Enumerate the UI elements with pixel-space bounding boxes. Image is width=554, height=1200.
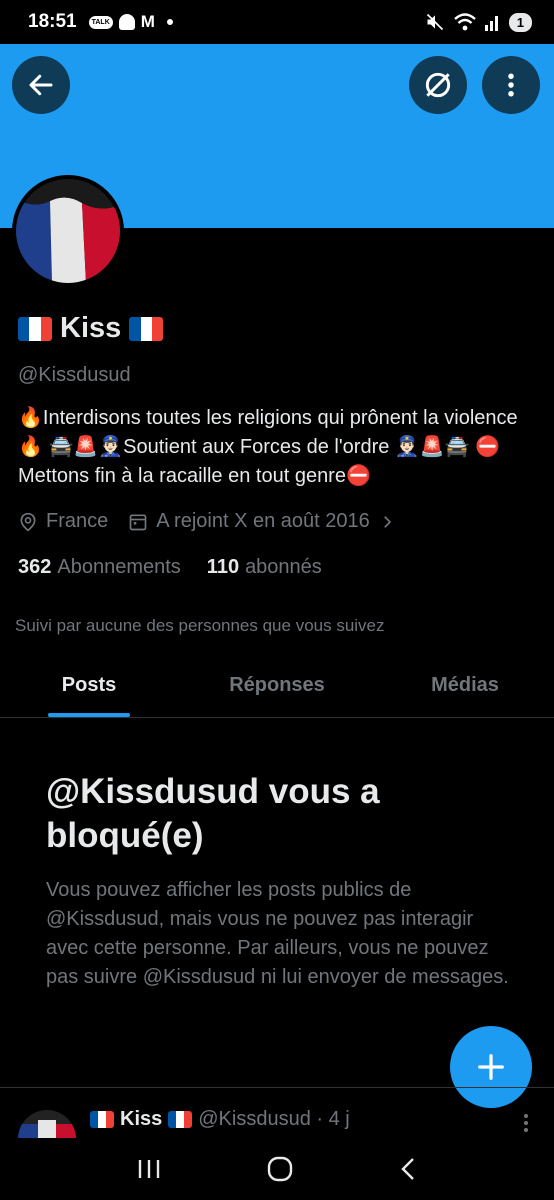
following-count: 362 [18, 556, 52, 578]
followers-label: abonnés [245, 556, 322, 578]
snapchat-icon [118, 14, 135, 30]
france-flag-icon [90, 1111, 114, 1128]
france-flag-icon [168, 1111, 193, 1128]
back-nav-icon[interactable] [398, 1156, 418, 1182]
chevron-right-icon [383, 515, 391, 528]
compose-button[interactable] [450, 1026, 532, 1108]
followed-by-text: Suivi par aucune des personnes que vous … [15, 616, 385, 635]
more-options-button[interactable] [482, 56, 540, 114]
post-preview[interactable]: Kiss @Kissdusud · 4 j [0, 1104, 554, 1138]
divider [0, 1087, 554, 1088]
notification-icons: TALK M [88, 12, 173, 32]
recent-apps-icon[interactable] [136, 1157, 162, 1181]
system-icons: 1 [425, 12, 532, 32]
blocked-description: Vous pouvez afficher les posts publics d… [46, 879, 509, 988]
following-link[interactable]: 362 Abonnements [18, 556, 181, 579]
post-more-button[interactable] [522, 1112, 530, 1138]
location-pin-icon [20, 512, 36, 531]
tab-posts[interactable]: Posts [0, 652, 178, 717]
profile-bio: 🔥Interdisons toutes les religions qui pr… [18, 407, 518, 487]
grok-button[interactable] [409, 56, 467, 114]
location-item: France [18, 510, 108, 533]
profile-tabs: Posts Réponses Médias [0, 652, 554, 718]
status-bar: 18:51 TALK M 1 [0, 0, 554, 44]
followers-link[interactable]: 110 abonnés [207, 556, 322, 579]
following-label: Abonnements [57, 556, 181, 578]
plus-icon [478, 1054, 504, 1080]
more-notifications-dot-icon [166, 19, 173, 25]
follow-counts: 362 Abonnements 110 abonnés [18, 556, 322, 579]
post-header: Kiss @Kissdusud · 4 j [90, 1108, 350, 1131]
france-flag-icon [18, 316, 52, 341]
grok-icon [425, 72, 451, 98]
joined-text: A rejoint X en août 2016 [156, 510, 370, 532]
post-author-name: Kiss [120, 1108, 163, 1130]
status-time: 18:51 [28, 11, 77, 32]
tab-media[interactable]: Médias [376, 652, 554, 717]
post-handle-time: @Kissdusud · 4 j [198, 1108, 350, 1130]
signal-icon [484, 16, 498, 31]
back-button[interactable] [12, 56, 70, 114]
battery-icon: 1 [508, 12, 532, 32]
location-text: France [46, 510, 109, 532]
profile-avatar[interactable] [12, 175, 124, 287]
profile-meta: France A rejoint X en août 2016 [18, 510, 416, 533]
profile-name-text: Kiss [60, 312, 122, 344]
home-icon[interactable] [266, 1155, 294, 1183]
system-navigation-bar [0, 1138, 554, 1200]
profile-handle: @Kissdusud [18, 364, 131, 386]
blocked-title: @Kissdusud vous a bloqué(e) [46, 772, 380, 855]
french-flag-avatar-image [18, 1110, 76, 1138]
profile-name: Kiss [18, 312, 164, 345]
calendar-icon [129, 514, 147, 530]
arrow-left-icon [29, 74, 53, 96]
french-flag-avatar-image [16, 179, 120, 283]
more-vertical-icon [508, 73, 514, 97]
screen: 18:51 TALK M 1 Kiss @Kissdusud 🔥Interdis… [0, 0, 554, 1200]
post-avatar[interactable] [18, 1110, 76, 1138]
wifi-icon [453, 13, 476, 31]
joined-item[interactable]: A rejoint X en août 2016 [128, 510, 396, 533]
mute-icon [426, 13, 443, 31]
more-vertical-icon [524, 1114, 528, 1132]
tab-replies[interactable]: Réponses [178, 652, 376, 717]
talk-icon: TALK [88, 15, 113, 29]
gmail-icon: M [140, 12, 155, 31]
followers-count: 110 [206, 556, 240, 578]
france-flag-icon [129, 316, 164, 341]
